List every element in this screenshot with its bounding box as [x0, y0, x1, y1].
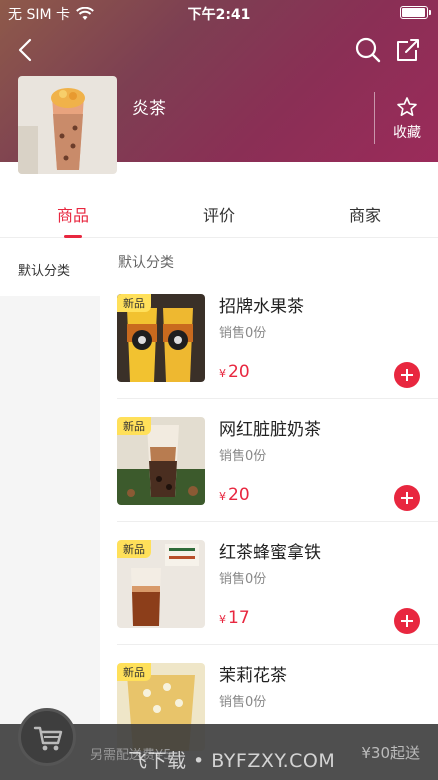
favorite-divider	[374, 92, 375, 144]
shopping-cart-icon	[33, 726, 63, 751]
add-to-cart-button[interactable]	[394, 362, 420, 388]
product-sales: 销售0份	[219, 326, 267, 341]
price-value: 17	[228, 608, 250, 628]
product-price: ¥17	[219, 608, 250, 628]
tab-reviews[interactable]: 评价	[146, 188, 292, 237]
product-image: 新品	[117, 294, 205, 382]
price-value: 20	[228, 362, 250, 382]
watermark-text: 飞下载 • BYFZXY.COM	[128, 750, 336, 772]
product-name: 茉莉花茶	[219, 666, 287, 686]
new-badge: 新品	[117, 294, 151, 312]
status-bar: 无 SIM 卡 下午2:41	[0, 0, 438, 26]
product-image: 新品	[117, 540, 205, 628]
price-value: 20	[228, 485, 250, 505]
category-sidebar: 默认分类	[0, 238, 100, 780]
product-name: 红茶蜂蜜拿铁	[219, 543, 321, 563]
product-name: 网红脏脏奶茶	[219, 420, 321, 440]
tab-bar: 商品 评价 商家	[0, 188, 438, 238]
status-time: 下午2:41	[187, 7, 251, 23]
category-label: 默认分类	[18, 264, 71, 279]
new-badge: 新品	[117, 417, 151, 435]
product-image: 新品	[117, 417, 205, 505]
new-badge: 新品	[117, 540, 151, 558]
currency-symbol: ¥	[219, 490, 226, 503]
new-badge: 新品	[117, 663, 151, 681]
tab-merchant-label: 商家	[348, 206, 381, 225]
product-sales: 销售0份	[219, 449, 267, 464]
currency-symbol: ¥	[219, 367, 226, 380]
share-icon[interactable]	[394, 36, 422, 64]
tab-products[interactable]: 商品	[0, 188, 146, 238]
product-sales: 销售0份	[219, 695, 267, 710]
add-to-cart-button[interactable]	[394, 608, 420, 634]
category-item-default[interactable]: 默认分类	[0, 238, 100, 296]
product-price: ¥20	[219, 362, 250, 382]
favorite-label: 收藏	[393, 125, 421, 141]
favorite-button[interactable]: 收藏	[384, 96, 430, 142]
battery-icon	[400, 6, 431, 19]
section-title: 默认分类	[118, 255, 174, 271]
tab-products-label: 商品	[56, 206, 89, 225]
add-to-cart-button[interactable]	[394, 485, 420, 511]
store-logo-image	[18, 76, 117, 174]
product-item[interactable]: 新品 招牌水果茶 销售0份 ¥20	[117, 276, 438, 399]
battery-fill	[402, 8, 426, 17]
product-name: 招牌水果茶	[219, 297, 304, 317]
star-icon	[397, 97, 417, 116]
tab-merchant[interactable]: 商家	[292, 188, 438, 237]
tab-reviews-label: 评价	[202, 206, 235, 225]
store-name: 炎茶	[132, 99, 166, 119]
product-item[interactable]: 新品 红茶蜂蜜拿铁 销售0份 ¥17	[117, 522, 438, 645]
search-icon[interactable]	[354, 36, 382, 64]
minimum-order-label: ¥30起送	[361, 744, 420, 762]
product-item[interactable]: 新品 网红脏脏奶茶 销售0份 ¥20	[117, 399, 438, 522]
product-sales: 销售0份	[219, 572, 267, 587]
back-arrow-icon[interactable]	[12, 36, 40, 64]
currency-symbol: ¥	[219, 613, 226, 626]
cart-button[interactable]	[18, 708, 76, 766]
product-price: ¥20	[219, 485, 250, 505]
